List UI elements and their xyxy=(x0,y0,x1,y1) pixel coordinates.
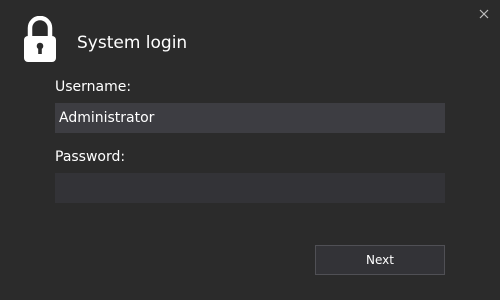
password-field[interactable] xyxy=(55,173,445,203)
lock-icon xyxy=(24,15,56,62)
username-field[interactable] xyxy=(55,103,445,133)
password-label: Password: xyxy=(55,149,126,165)
username-label: Username: xyxy=(55,79,132,95)
close-icon[interactable] xyxy=(476,6,492,22)
login-dialog: System login Username: Password: Next xyxy=(0,0,500,300)
next-button[interactable]: Next xyxy=(315,245,445,275)
dialog-title: System login xyxy=(77,33,188,53)
